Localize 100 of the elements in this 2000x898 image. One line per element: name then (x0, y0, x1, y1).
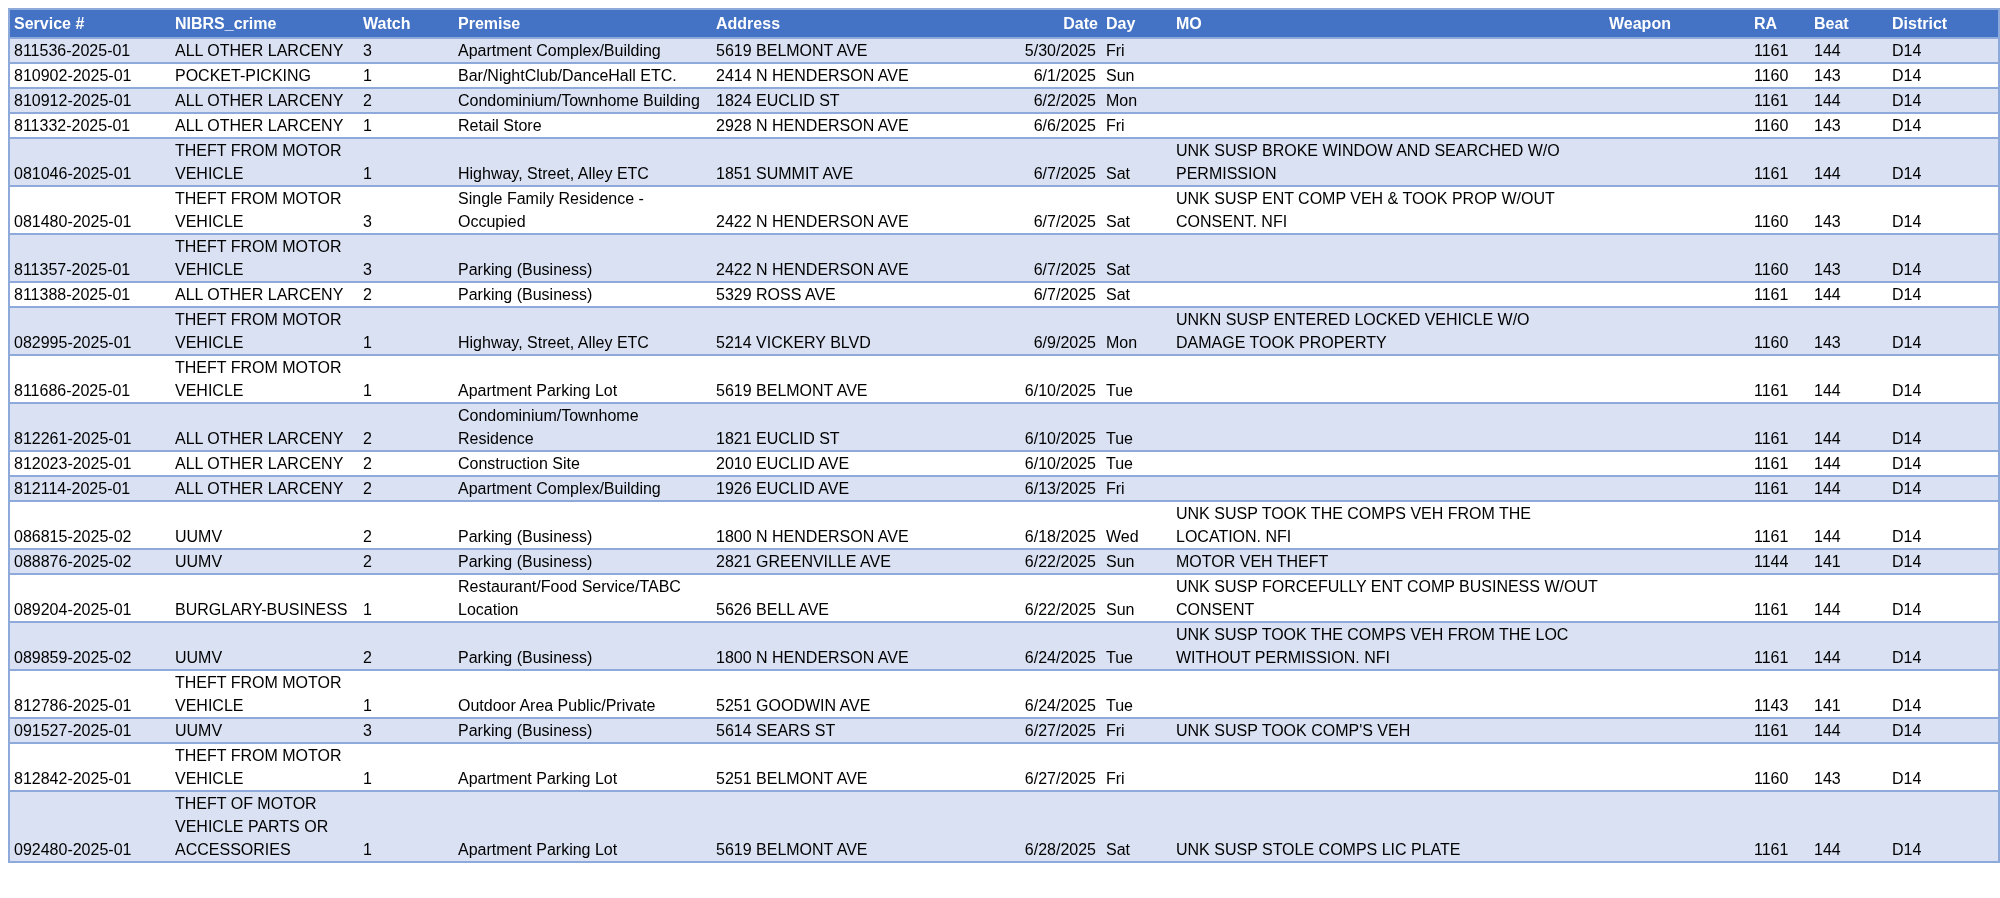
table-cell: 089859-2025-02 (14, 649, 132, 666)
table-cell: Sun (1106, 67, 1135, 84)
table-cell: UNK SUSP STOLE COMPS LIC PLATE (1176, 841, 1461, 858)
table-cell: 081046-2025-01 (14, 165, 132, 182)
table-cell: 1800 N HENDERSON AVE (716, 649, 909, 666)
table-cell: Wed (1106, 528, 1139, 545)
table-cell: 6/13/2025 (1024, 480, 1096, 497)
table-cell: 143 (1814, 117, 1841, 134)
table-cell: 144 (1814, 455, 1841, 472)
table-cell: 1161 (1754, 601, 1789, 618)
table-cell: 1161 (1754, 165, 1789, 182)
table-cell: 144 (1814, 382, 1841, 399)
table-cell: Parking (Business) (458, 553, 593, 570)
table-cell: Fri (1106, 722, 1125, 739)
table-cell: 1851 SUMMIT AVE (716, 165, 854, 182)
table-cell: UNK SUSP BROKE WINDOW AND SEARCHED W/O PERMISSION (1176, 142, 1560, 182)
table-cell: 1821 EUCLID ST (716, 430, 840, 447)
table-cell: UNK SUSP TOOK THE COMPS VEH FROM THE LOCATION. NFI (1176, 505, 1532, 545)
table-cell: Sat (1106, 165, 1130, 182)
table-cell: 3 (363, 213, 372, 230)
table-cell: 5626 BELL AVE (716, 601, 829, 618)
table-cell: 1 (363, 382, 372, 399)
table-cell: 6/7/2025 (1033, 213, 1096, 230)
table-cell: D14 (1892, 382, 1922, 399)
table-cell: Highway, Street, Alley ETC (458, 165, 649, 182)
column-header: Premise (454, 9, 712, 38)
table-cell: Apartment Complex/Building (458, 480, 661, 497)
table-cell: 082995-2025-01 (14, 334, 132, 351)
table-cell: MOTOR VEH THEFT (1176, 553, 1329, 570)
table-cell: 1144 (1754, 553, 1789, 570)
table-cell: 1160 (1754, 261, 1789, 278)
table-cell: 1 (363, 770, 372, 787)
table-cell: 5214 VICKERY BLVD (716, 334, 871, 351)
table-cell: 091527-2025-01 (14, 722, 132, 739)
table-cell: 3 (363, 261, 372, 278)
table-cell: Tue (1106, 697, 1133, 714)
table-cell: 812114-2025-01 (14, 480, 131, 497)
table-cell: ALL OTHER LARCENY (175, 117, 344, 134)
table-cell: 143 (1814, 334, 1841, 351)
table-cell: Apartment Parking Lot (458, 770, 618, 787)
table-cell: Parking (Business) (458, 528, 593, 545)
table-cell: Mon (1106, 334, 1138, 351)
table-cell: 2821 GREENVILLE AVE (716, 553, 891, 570)
table-cell: D14 (1892, 261, 1922, 278)
table-cell: D14 (1892, 334, 1922, 351)
table-cell: 2 (363, 649, 372, 666)
column-header: Date (952, 9, 1102, 38)
table-cell: 1161 (1754, 430, 1789, 447)
table-cell: 143 (1814, 770, 1841, 787)
table-cell: 812842-2025-01 (14, 770, 132, 787)
table-cell: Construction Site (458, 455, 580, 472)
table-cell: 6/7/2025 (1033, 261, 1096, 278)
table-cell: 6/1/2025 (1033, 67, 1096, 84)
table-cell: 141 (1814, 553, 1841, 570)
table-cell: 5329 ROSS AVE (716, 286, 836, 303)
table-cell: THEFT FROM MOTOR VEHICLE (175, 311, 342, 351)
table-cell: 812786-2025-01 (14, 697, 132, 714)
table-cell: D14 (1892, 455, 1922, 472)
table-cell: UNK SUSP TOOK COMP'S VEH (1176, 722, 1411, 739)
table-cell: 1161 (1754, 480, 1789, 497)
table-cell: 6/6/2025 (1033, 117, 1096, 134)
table-cell: Apartment Parking Lot (458, 841, 618, 858)
column-header: RA (1750, 9, 1810, 38)
table-cell: D14 (1892, 67, 1922, 84)
table-cell: Single Family Residence - Occupied (458, 190, 644, 230)
table-cell: D14 (1892, 553, 1922, 570)
table-cell: D14 (1892, 601, 1922, 618)
table-cell: UNK SUSP ENT COMP VEH & TOOK PROP W/OUT CONSENT. NFI (1176, 190, 1555, 230)
table-cell: 144 (1814, 165, 1841, 182)
column-header: NIBRS_crime (171, 9, 359, 38)
table-cell: D14 (1892, 286, 1922, 303)
table-cell: UNK SUSP FORCEFULLY ENT COMP BUSINESS W/OUT CONSENT (1176, 578, 1598, 618)
table-cell: Fri (1106, 480, 1125, 497)
column-header: Service # (9, 9, 171, 38)
table-cell: UUMV (175, 553, 223, 570)
table-cell: Sat (1106, 286, 1130, 303)
table-cell: Mon (1106, 92, 1138, 109)
table-cell: 811357-2025-01 (14, 261, 131, 278)
table-cell: 1160 (1754, 117, 1789, 134)
table-cell: 6/28/2025 (1024, 841, 1096, 858)
table-cell: THEFT FROM MOTOR VEHICLE (175, 142, 342, 182)
table-cell: 1161 (1754, 841, 1789, 858)
table-cell: THEFT FROM MOTOR VEHICLE (175, 674, 342, 714)
table-cell: 1161 (1754, 286, 1789, 303)
table-cell: ALL OTHER LARCENY (175, 430, 344, 447)
table-cell: ALL OTHER LARCENY (175, 92, 344, 109)
table-cell: 1161 (1754, 528, 1789, 545)
table-cell: 1160 (1754, 67, 1789, 84)
table-cell: 143 (1814, 213, 1841, 230)
table-cell: D14 (1892, 165, 1922, 182)
table-cell: Parking (Business) (458, 286, 593, 303)
table-cell: 086815-2025-02 (14, 528, 132, 545)
table-cell: 6/7/2025 (1033, 286, 1096, 303)
table-cell: THEFT FROM MOTOR VEHICLE (175, 238, 342, 278)
column-header: Day (1102, 9, 1172, 38)
table-cell: 081480-2025-01 (14, 213, 132, 230)
table-cell: 812023-2025-01 (14, 455, 132, 472)
table-cell: Tue (1106, 649, 1133, 666)
table-cell: 2422 N HENDERSON AVE (716, 213, 909, 230)
table-cell: Restaurant/Food Service/TABC Location (458, 578, 681, 618)
